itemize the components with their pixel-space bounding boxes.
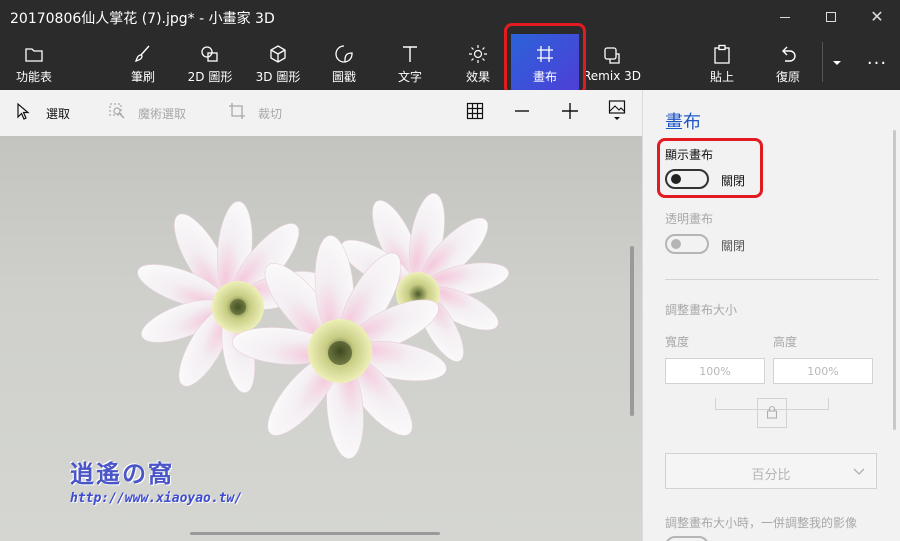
history-dropdown-button[interactable] <box>826 34 848 90</box>
text-icon <box>401 42 419 66</box>
magic-select-tool[interactable]: 魔術選取 <box>108 90 186 136</box>
panel-divider <box>665 279 879 280</box>
panel-title: 畫布 <box>665 112 701 133</box>
canvas-panel: 畫布 顯示畫布 關閉 透明畫布 關閉 調整畫布大小 寬度 高度 100% 100… <box>642 90 900 541</box>
undo-button[interactable]: 復原 <box>766 34 810 90</box>
watermark-title: 逍遙の窩 <box>70 459 174 488</box>
watermark-url: http://www.xiaoyao.tw/ <box>70 491 243 506</box>
folder-icon <box>25 42 43 66</box>
show-canvas-label: 顯示畫布 <box>665 148 714 162</box>
sun-icon <box>468 42 488 66</box>
remix-label: Remix 3D <box>583 69 641 83</box>
aspect-lock-button[interactable] <box>757 398 787 428</box>
sticker-icon <box>334 42 354 66</box>
height-label: 高度 <box>773 335 798 349</box>
width-input[interactable]: 100% <box>665 358 765 384</box>
clipboard-icon <box>713 42 731 66</box>
zoom-out-button[interactable] <box>514 90 530 136</box>
paste-button[interactable]: 貼上 <box>700 34 744 90</box>
ribbon: 功能表 筆刷 2D 圖形 3D 圖形 圖戳 文字 效果 畫布 Remix 3D … <box>0 23 900 95</box>
paste-label: 貼上 <box>709 69 734 84</box>
title-bar: 20170806仙人掌花 (7).jpg* - 小畫家 3D ✕ <box>0 0 900 34</box>
transparent-canvas-state: 關閉 <box>721 239 746 253</box>
crop-label: 裁切 <box>258 106 283 121</box>
menu-button[interactable]: 功能表 <box>8 34 60 90</box>
shapes-3d-label: 3D 圖形 <box>255 69 301 84</box>
undo-label: 復原 <box>775 69 800 84</box>
toolbar: 選取 魔術選取 裁切 <box>0 90 642 136</box>
brushes-label: 筆刷 <box>130 69 155 84</box>
cube-icon <box>268 42 288 66</box>
panel-scrollbar[interactable] <box>893 130 896 430</box>
shapes-2d-label: 2D 圖形 <box>187 69 233 84</box>
resize-canvas-label: 調整畫布大小 <box>665 303 738 317</box>
stickers-label: 圖戳 <box>331 69 356 84</box>
height-input[interactable]: 100% <box>773 358 873 384</box>
brushes-button[interactable]: 筆刷 <box>120 34 166 90</box>
maximize-button[interactable] <box>808 0 854 34</box>
canvas-area[interactable]: 逍遙の窩 http://www.xiaoyao.tw/ <box>0 136 642 541</box>
lock-icon <box>766 404 778 423</box>
ribbon-separator <box>822 42 823 82</box>
unit-select-value: 百分比 <box>751 468 791 483</box>
brush-icon <box>133 42 153 66</box>
chevron-down-icon <box>852 463 866 482</box>
image-view-icon <box>608 99 626 127</box>
menu-label: 功能表 <box>15 69 52 84</box>
minimize-button[interactable] <box>762 0 808 34</box>
zoom-in-button[interactable] <box>561 90 579 136</box>
watermark: 逍遙の窩 http://www.xiaoyao.tw/ <box>70 454 242 506</box>
select-label: 選取 <box>46 106 71 121</box>
magic-select-icon <box>108 102 126 124</box>
undo-icon <box>779 42 797 66</box>
window-title: 20170806仙人掌花 (7).jpg* - 小畫家 3D <box>10 11 275 27</box>
effects-label: 效果 <box>465 69 490 84</box>
maximize-icon <box>826 12 836 22</box>
text-label: 文字 <box>397 69 422 84</box>
transparent-canvas-label: 透明畫布 <box>665 212 714 226</box>
minimize-icon <box>780 16 790 18</box>
canvas-label: 畫布 <box>532 69 557 84</box>
toggle-knob <box>671 174 681 184</box>
show-canvas-toggle[interactable] <box>665 169 709 189</box>
magic-select-label: 魔術選取 <box>138 106 187 121</box>
more-options-button[interactable]: ··· <box>860 34 894 90</box>
show-canvas-state: 關閉 <box>721 174 746 188</box>
transparent-canvas-toggle[interactable] <box>665 234 709 254</box>
resize-image-label: 調整畫布大小時，一併調整我的影像 <box>665 516 858 530</box>
effects-button[interactable]: 效果 <box>456 34 500 90</box>
toggle-knob <box>671 239 681 249</box>
text-button[interactable]: 文字 <box>388 34 432 90</box>
view-options-button[interactable] <box>608 90 626 136</box>
shapes-2d-icon <box>199 42 221 66</box>
shapes-3d-button[interactable]: 3D 圖形 <box>252 34 304 90</box>
remix-icon <box>602 43 622 67</box>
remix-3d-button[interactable]: Remix 3D <box>583 34 641 90</box>
canvas-horizontal-scrollbar[interactable] <box>190 532 440 535</box>
canvas-button[interactable]: 畫布 <box>511 34 579 90</box>
crop-icon <box>228 102 246 124</box>
close-icon: ✕ <box>870 7 884 26</box>
grid-icon <box>466 102 484 124</box>
resize-image-toggle[interactable] <box>665 536 709 541</box>
grid-button[interactable] <box>466 90 484 136</box>
crop-tool[interactable]: 裁切 <box>228 90 282 136</box>
plus-icon <box>561 102 579 124</box>
cursor-icon <box>16 102 30 124</box>
width-label: 寬度 <box>665 335 690 349</box>
canvas-icon <box>535 42 555 66</box>
shapes-2d-button[interactable]: 2D 圖形 <box>184 34 236 90</box>
more-icon: ··· <box>866 52 888 74</box>
unit-select[interactable]: 百分比 <box>665 453 877 489</box>
select-tool[interactable]: 選取 <box>16 90 70 136</box>
close-button[interactable]: ✕ <box>854 0 900 34</box>
stickers-button[interactable]: 圖戳 <box>322 34 366 90</box>
caret-down-icon <box>832 51 842 75</box>
minus-icon <box>514 103 530 123</box>
canvas-vertical-scrollbar[interactable] <box>630 246 634 416</box>
